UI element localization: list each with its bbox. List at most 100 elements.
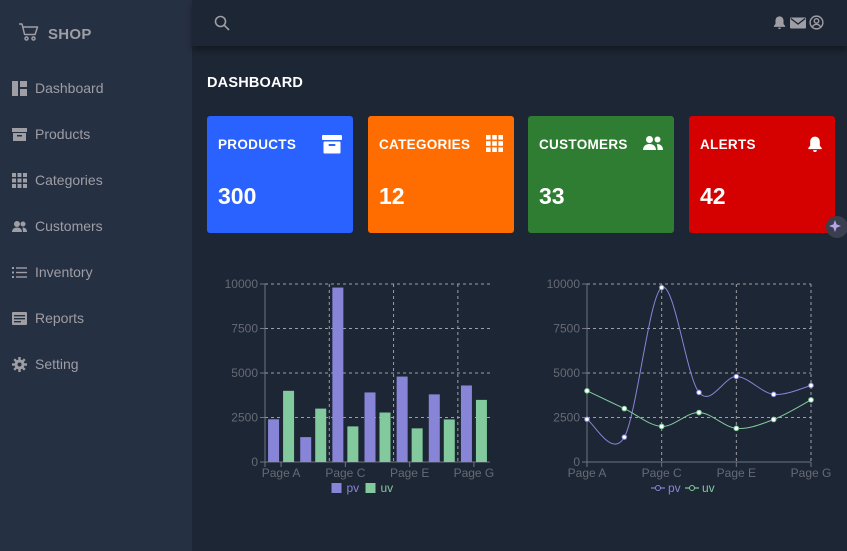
x-tick-label: Page C xyxy=(325,466,365,480)
x-tick-label: Page A xyxy=(262,466,301,480)
y-tick-label: 2500 xyxy=(231,411,258,425)
sidebar-item-label: Products xyxy=(35,126,91,142)
bar-pv[interactable] xyxy=(460,385,472,462)
bar-pv[interactable] xyxy=(364,392,376,462)
card-products[interactable]: PRODUCTS 300 xyxy=(207,116,353,233)
bar-uv[interactable] xyxy=(379,412,391,462)
bar-uv[interactable] xyxy=(283,390,295,462)
y-tick-label: 10000 xyxy=(547,277,581,291)
point-pv[interactable] xyxy=(733,373,740,380)
card-title: CATEGORIES xyxy=(379,137,471,152)
point-uv[interactable] xyxy=(770,416,777,423)
bar-pv[interactable] xyxy=(428,394,440,462)
point-uv[interactable] xyxy=(658,423,665,430)
gear-icon xyxy=(12,356,27,372)
mail-icon[interactable] xyxy=(790,16,806,35)
sidebar-item-customers[interactable]: Customers xyxy=(12,214,103,238)
sidebar-item-reports[interactable]: Reports xyxy=(12,306,84,330)
legend-label: pv xyxy=(668,481,681,495)
header-actions xyxy=(772,15,824,35)
bar-uv[interactable] xyxy=(475,399,487,462)
users-icon xyxy=(643,135,663,156)
list-icon xyxy=(12,265,27,280)
bar-uv[interactable] xyxy=(443,419,455,462)
sidebar-item-label: Reports xyxy=(35,310,85,326)
point-uv[interactable] xyxy=(696,409,702,416)
sidebar-item-dashboard[interactable]: Dashboard xyxy=(12,76,104,100)
card-value: 300 xyxy=(218,183,257,209)
header xyxy=(192,0,847,46)
brand[interactable]: SHOP xyxy=(18,22,92,47)
page-title: DASHBOARD xyxy=(207,75,304,91)
x-tick-label: Page C xyxy=(642,466,682,480)
legend-label: uv xyxy=(381,481,394,495)
dashboard-icon xyxy=(12,80,27,96)
card-customers[interactable]: CUSTOMERS 33 xyxy=(528,116,674,233)
card-value: 12 xyxy=(379,183,405,209)
point-uv[interactable] xyxy=(584,388,590,394)
bar-pv[interactable] xyxy=(396,376,408,462)
sidebar-item-products[interactable]: Products xyxy=(12,122,90,146)
x-tick-label: Page A xyxy=(568,466,607,480)
card-value: 33 xyxy=(539,183,565,209)
y-tick-label: 5000 xyxy=(553,366,580,380)
point-pv[interactable] xyxy=(621,434,628,440)
sidebar-item-label: Setting xyxy=(35,356,79,372)
point-pv[interactable] xyxy=(808,382,814,389)
legend-swatch xyxy=(331,483,342,493)
bar-uv[interactable] xyxy=(315,408,327,462)
line-uv xyxy=(586,390,812,430)
y-tick-label: 2500 xyxy=(553,411,580,425)
line-chart: 0 2500 5000 7500 10000 Page A Page C Page E Page… xyxy=(545,270,845,511)
x-tick-label: Page E xyxy=(390,466,429,480)
point-uv[interactable] xyxy=(621,405,628,412)
card-value: 42 xyxy=(700,183,726,209)
sidebar-item-label: Customers xyxy=(35,218,103,234)
legend-swatch xyxy=(365,483,376,493)
assistant-badge[interactable] xyxy=(826,216,847,238)
y-tick-label: 5000 xyxy=(231,366,258,380)
point-pv[interactable] xyxy=(658,284,665,291)
legend-swatch-dot xyxy=(655,485,661,491)
users-icon xyxy=(12,219,27,234)
bar-uv[interactable] xyxy=(411,428,423,462)
y-tick-label: 10000 xyxy=(225,277,259,291)
bar-pv[interactable] xyxy=(268,419,280,462)
sidebar-item-inventory[interactable]: Inventory xyxy=(12,260,93,284)
sidebar-item-label: Inventory xyxy=(35,264,93,280)
bar-pv[interactable] xyxy=(300,437,312,462)
y-tick-label: 0 xyxy=(251,455,258,469)
point-uv[interactable] xyxy=(733,425,740,432)
bar-chart-svg: 0 2500 5000 7500 10000 Page A Page C Page E Page… xyxy=(225,277,495,495)
search-icon[interactable] xyxy=(214,15,230,36)
card-categories[interactable]: CATEGORIES 12 xyxy=(368,116,514,233)
sidebar-item-setting[interactable]: Setting xyxy=(12,352,79,376)
sidebar: SHOP Dashboard Products Categories Custo… xyxy=(0,0,192,551)
sidebar-item-label: Dashboard xyxy=(35,80,104,96)
legend-label: uv xyxy=(702,481,715,495)
cart-icon xyxy=(18,22,40,47)
bar-pv[interactable] xyxy=(332,287,344,462)
sidebar-item-categories[interactable]: Categories xyxy=(12,168,103,192)
line-pv xyxy=(586,287,812,445)
sparkle-icon xyxy=(829,220,841,232)
user-circle-icon[interactable] xyxy=(809,15,824,35)
brand-label: SHOP xyxy=(48,26,92,43)
grid-icon xyxy=(486,135,503,157)
point-uv[interactable] xyxy=(808,397,814,403)
point-pv[interactable] xyxy=(770,391,777,398)
card-title: ALERTS xyxy=(700,137,756,152)
archive-icon xyxy=(322,135,342,159)
card-title: CUSTOMERS xyxy=(539,137,628,152)
y-tick-label: 7500 xyxy=(231,322,258,336)
point-pv[interactable] xyxy=(696,389,702,396)
x-tick-label: Page E xyxy=(717,466,756,480)
card-alerts[interactable]: ALERTS 42 xyxy=(689,116,835,233)
bell-icon[interactable] xyxy=(772,15,787,35)
y-tick-label: 7500 xyxy=(553,322,580,336)
bar-chart: 0 2500 5000 7500 10000 Page A Page C Page E Page… xyxy=(222,270,508,511)
bar-uv[interactable] xyxy=(347,426,359,462)
legend-label: pv xyxy=(347,481,360,495)
reports-icon xyxy=(12,311,27,326)
point-pv[interactable] xyxy=(584,416,590,423)
